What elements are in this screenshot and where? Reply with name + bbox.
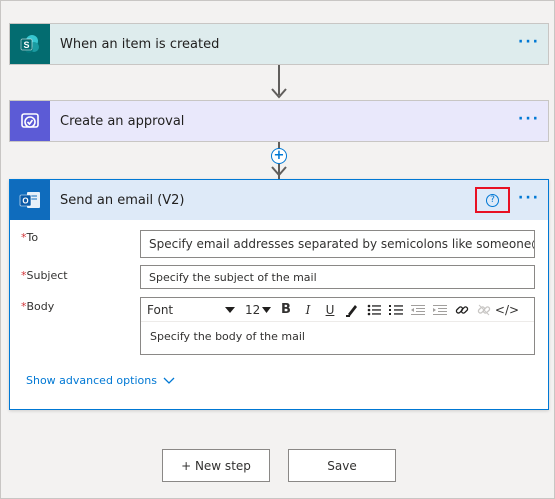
italic-button[interactable]: I [297,300,319,320]
highlight-button[interactable] [341,300,363,320]
bullet-list-button[interactable] [363,300,385,320]
subject-label-text: Subject [26,269,68,282]
connector-arrow-icon [271,166,287,177]
svg-text:S: S [23,40,29,50]
show-advanced-options-link[interactable]: Show advanced options [26,374,175,387]
help-button[interactable]: ? [475,187,510,213]
unlink-icon [477,304,491,315]
indent-icon [433,304,447,315]
to-placeholder: Specify email addresses separated by sem… [149,237,535,251]
subject-label: *Subject [21,269,68,282]
trigger-title: When an item is created [60,36,220,52]
approval-icon [10,101,50,141]
subject-input[interactable]: Specify the subject of the mail [140,265,535,289]
sharepoint-icon: S [10,24,50,64]
email-title: Send an email (V2) [60,192,185,208]
body-label-text: Body [26,300,55,313]
font-size-value: 12 [245,302,261,317]
code-view-button[interactable]: </> [495,300,519,320]
body-placeholder: Specify the body of the mail [150,330,305,343]
connector-arrow-icon [271,88,287,99]
subject-placeholder: Specify the subject of the mail [149,270,317,284]
numbered-list-icon [389,304,403,315]
link-button[interactable] [451,300,473,320]
body-editor[interactable]: Font 12 B I U </> Specify the body of th… [140,297,535,355]
save-button[interactable]: Save [288,449,396,482]
advanced-options-text: Show advanced options [26,374,157,387]
add-step-button[interactable]: + [271,148,287,164]
to-label: *To [21,231,38,244]
bold-button[interactable]: B [275,300,297,320]
chevron-down-icon [163,377,175,384]
link-icon [455,305,469,314]
canvas: S When an item is created ··· Create an … [0,0,555,499]
new-step-button[interactable]: + New step [162,449,270,482]
approval-more-button[interactable]: ··· [518,112,540,126]
font-value: Font [147,302,174,317]
outdent-icon [411,304,425,315]
underline-button[interactable]: U [319,300,341,320]
indent-button[interactable] [429,300,451,320]
highlighter-icon [346,304,357,317]
body-label: *Body [21,300,54,313]
font-dropdown[interactable]: Font [147,300,239,320]
dropdown-arrow-icon [225,306,235,313]
to-input[interactable]: Specify email addresses separated by sem… [140,230,535,258]
approval-title: Create an approval [60,113,185,129]
unlink-button[interactable] [473,300,495,320]
email-more-button[interactable]: ··· [518,191,540,205]
outlook-icon: O [10,180,50,220]
trigger-more-button[interactable]: ··· [518,35,540,49]
trigger-card[interactable]: S When an item is created ··· [9,23,549,65]
dropdown-arrow-icon [262,306,271,313]
svg-text:O: O [22,197,28,206]
to-label-text: To [26,231,39,244]
approval-card[interactable]: Create an approval ··· [9,100,549,142]
bullet-list-icon [367,304,381,315]
editor-toolbar: Font 12 B I U </> [141,298,534,322]
help-icon: ? [486,193,499,207]
font-size-dropdown[interactable]: 12 [239,300,275,320]
outdent-button[interactable] [407,300,429,320]
numbered-list-button[interactable] [385,300,407,320]
